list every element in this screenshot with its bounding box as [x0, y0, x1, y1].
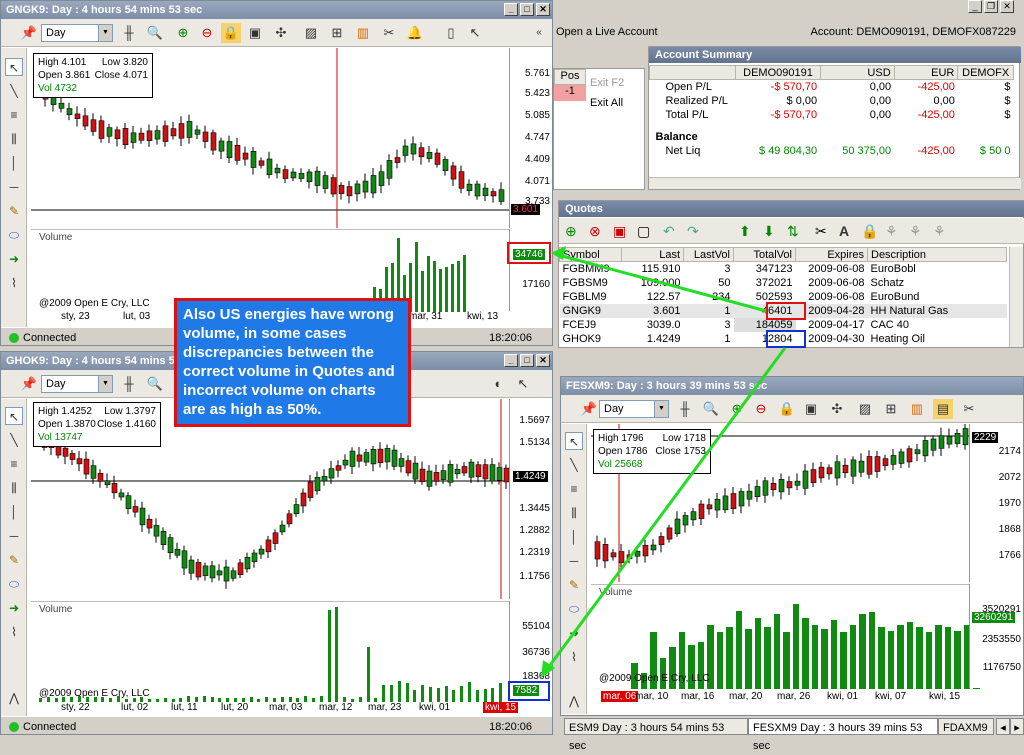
annotation-callout: Also US energies have wrong volume, in s… — [174, 298, 411, 427]
annotation-arrows — [0, 0, 1024, 735]
